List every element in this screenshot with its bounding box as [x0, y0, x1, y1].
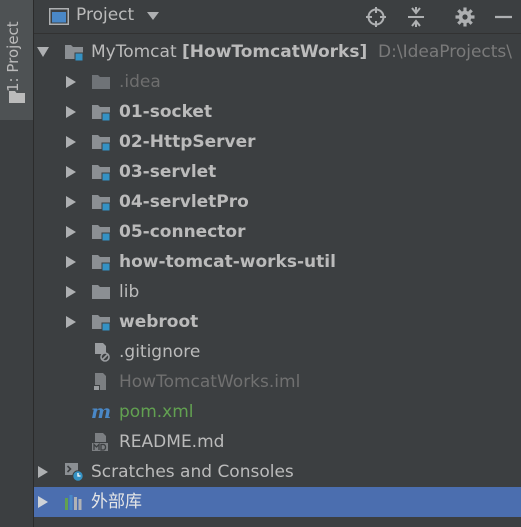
tree-item-label: 04-servletPro [119, 192, 249, 212]
tree-row-how-tomcat-works-util[interactable]: how-tomcat-works-util [34, 247, 521, 277]
tree-row-05-connector[interactable]: 05-connector [34, 217, 521, 247]
library-icon [65, 495, 82, 510]
tree-item-label: 03-servlet [119, 162, 217, 182]
tree-item-label: Scratches and Consoles [91, 462, 294, 482]
collapse-all-icon[interactable] [405, 6, 427, 28]
tree-root-label: MyTomcat [HowTomcatWorks] D:\IdeaProject… [91, 41, 512, 63]
chevron-right-icon[interactable] [65, 136, 77, 148]
chevron-right-icon[interactable] [65, 256, 77, 268]
maven-icon: m [91, 401, 112, 423]
tree-item-label: how-tomcat-works-util [119, 252, 336, 272]
chevron-right-icon[interactable] [37, 466, 49, 478]
project-view-title[interactable]: Project [76, 5, 134, 25]
chevron-right-icon[interactable] [65, 166, 77, 178]
ignored-file-icon [95, 343, 110, 362]
tree-item-label: lib [119, 282, 140, 302]
markdown-file-icon [92, 433, 108, 451]
chevron-right-icon[interactable] [65, 226, 77, 238]
module-folder-icon [92, 165, 111, 182]
chevron-right-icon[interactable] [65, 196, 77, 208]
project-tree: MyTomcat [HowTomcatWorks] D:\IdeaProject… [34, 37, 521, 517]
module-folder-icon [92, 135, 111, 152]
chevron-right-icon[interactable] [37, 496, 49, 508]
tree-row-02-httpserver[interactable]: 02-HttpServer [34, 127, 521, 157]
module-file-icon [93, 373, 106, 391]
tree-item-label: 05-connector [119, 222, 246, 242]
root-module: [HowTomcatWorks] [182, 42, 368, 62]
root-name: MyTomcat [91, 42, 177, 62]
tree-item-label: 01-socket [119, 102, 213, 122]
module-folder-icon [92, 195, 111, 212]
chevron-down-icon[interactable] [37, 46, 49, 58]
gear-icon[interactable] [454, 6, 476, 28]
module-folder-icon [92, 105, 111, 122]
tree-item-label: 外部库 [91, 492, 142, 512]
tree-item-label: README.md [119, 432, 225, 452]
module-folder-icon [92, 225, 111, 242]
tree-row-03-servlet[interactable]: 03-servlet [34, 157, 521, 187]
root-path: D:\IdeaProjects\ [378, 42, 513, 62]
folder-icon [92, 285, 110, 299]
tree-item-label: 02-HttpServer [119, 132, 256, 152]
tree-item-label: webroot [119, 312, 199, 332]
tree-row-01-socket[interactable]: 01-socket [34, 97, 521, 127]
chevron-down-icon[interactable] [147, 12, 159, 20]
folder-icon [92, 75, 110, 89]
project-window-icon [49, 8, 69, 25]
tree-row-iml[interactable]: HowTomcatWorks.iml [34, 367, 521, 397]
module-folder-icon [92, 315, 111, 332]
chevron-right-icon[interactable] [65, 76, 77, 88]
tree-item-label: pom.xml [119, 402, 194, 422]
module-folder-icon [65, 45, 84, 62]
project-panel-header: Project [34, 0, 521, 34]
locate-target-icon[interactable] [365, 6, 387, 28]
chevron-right-icon[interactable] [65, 316, 77, 328]
tree-row-external-libraries[interactable]: 外部库 [34, 487, 521, 517]
tree-row-idea[interactable]: .idea [34, 67, 521, 97]
scratches-icon [65, 463, 84, 482]
tree-item-label: .gitignore [119, 342, 201, 362]
tree-row-webroot[interactable]: webroot [34, 307, 521, 337]
tree-row-lib[interactable]: lib [34, 277, 521, 307]
tree-row-readme[interactable]: README.md [34, 427, 521, 457]
project-tool-tab[interactable]: 1: Project [0, 0, 33, 120]
folder-icon [9, 91, 25, 103]
tree-row-gitignore[interactable]: .gitignore [34, 337, 521, 367]
project-tool-tab-label: 1: Project [4, 21, 22, 92]
tree-row-root[interactable]: MyTomcat [HowTomcatWorks] D:\IdeaProject… [34, 37, 521, 67]
module-folder-icon [92, 255, 111, 272]
chevron-right-icon[interactable] [65, 286, 77, 298]
minimize-icon[interactable] [492, 6, 514, 28]
tree-row-pom[interactable]: m pom.xml [34, 397, 521, 427]
tool-window-strip: 1: Project [0, 0, 34, 527]
tree-row-04-servletpro[interactable]: 04-servletPro [34, 187, 521, 217]
chevron-right-icon[interactable] [65, 106, 77, 118]
tree-row-scratches[interactable]: Scratches and Consoles [34, 457, 521, 487]
tree-item-label: HowTomcatWorks.iml [119, 372, 301, 392]
tree-item-label: .idea [119, 72, 161, 92]
